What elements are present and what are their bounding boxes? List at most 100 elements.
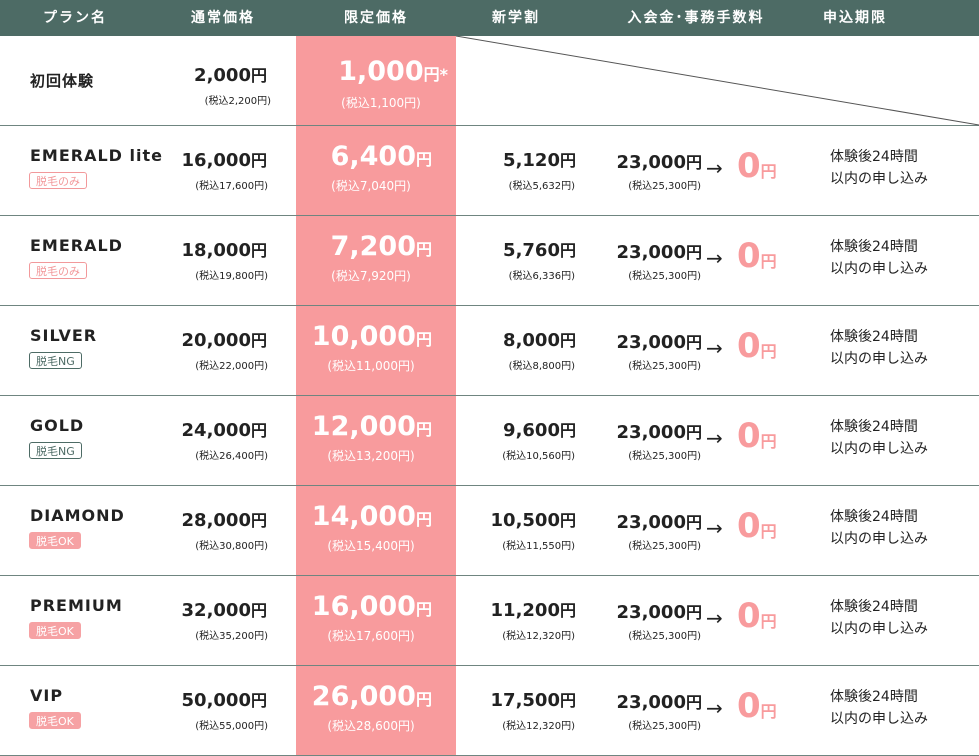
normal-price: 24,000円 [181,420,267,441]
price-table: プラン名 通常価格 限定価格 新学割 入会金･事務手数料 申込期限 初回体験 2… [0,0,979,756]
plan-name: SILVER [30,326,98,345]
limited-price-tax: (税込13,200円) [327,449,415,463]
limited-price-tax: (税込15,400円) [327,539,415,553]
normal-price-tax: (税込35,200円) [195,631,268,642]
plan-name: DIAMOND [30,506,125,525]
table-row: SILVER 脱毛NG 20,000円 (税込22,000円) 10,000円 … [0,306,979,396]
plan-name: GOLD [30,416,85,435]
hair-removal-badge: 脱毛NG [29,442,82,459]
limited-price-tax: (税込28,600円) [327,719,415,733]
student-price-tax: (税込12,320円) [502,721,575,732]
arrow-right-icon: → [706,246,723,270]
deadline-text: 体験後24時間 以内の申し込み [830,149,928,187]
table-row: GOLD 脱毛NG 24,000円 (税込26,400円) 12,000円 (税… [0,396,979,486]
entry-fee-tax: (税込25,300円) [628,541,701,552]
entry-fee-tax: (税込25,300円) [628,271,701,282]
entry-fee-after: 0円 [737,326,777,366]
entry-fee-after: 0円 [737,416,777,456]
arrow-right-icon: → [706,156,723,180]
student-price-tax: (税込6,336円) [508,271,575,282]
entry-fee-after: 0円 [737,686,777,726]
normal-price-tax: (税込30,800円) [195,541,268,552]
hair-removal-badge: 脱毛OK [29,622,81,639]
normal-price-tax: (税込17,600円) [195,181,268,192]
entry-fee-tax: (税込25,300円) [628,181,701,192]
limited-price: 6,400円 [330,141,432,172]
student-price-tax: (税込8,800円) [508,361,575,372]
hair-removal-badge: 脱毛のみ [29,262,87,279]
normal-price-tax: (税込19,800円) [195,271,268,282]
student-price-tax: (税込12,320円) [502,631,575,642]
student-price: 10,500円 [490,510,576,531]
entry-fee-tax: (税込25,300円) [628,451,701,462]
entry-fee: 23,000円 [616,152,702,173]
normal-price-tax: (税込26,400円) [195,451,268,462]
limited-price-tax: (税込17,600円) [327,629,415,643]
header-student-discount: 新学割 [492,10,540,26]
arrow-right-icon: → [706,696,723,720]
arrow-right-icon: → [706,606,723,630]
entry-fee-after: 0円 [737,236,777,276]
entry-fee: 23,000円 [616,602,702,623]
deadline-text: 体験後24時間 以内の申し込み [830,329,928,367]
entry-fee-tax: (税込25,300円) [628,361,701,372]
entry-fee: 23,000円 [616,422,702,443]
student-price-tax: (税込10,560円) [502,451,575,462]
hair-removal-badge: 脱毛のみ [29,172,87,189]
entry-fee-tax: (税込25,300円) [628,721,701,732]
entry-fee: 23,000円 [616,692,702,713]
normal-price: 20,000円 [181,330,267,351]
plan-name: 初回体験 [30,72,95,90]
deadline-text: 体験後24時間 以内の申し込み [830,509,928,547]
limited-price: 26,000円 [311,681,432,712]
diagonal-line [456,36,979,126]
deadline-text: 体験後24時間 以内の申し込み [830,239,928,277]
table-row: DIAMOND 脱毛OK 28,000円 (税込30,800円) 14,000円… [0,486,979,576]
plan-name: VIP [30,686,64,705]
header-normal-price: 通常価格 [191,10,255,26]
limited-price: 10,000円 [311,321,432,352]
deadline-text: 体験後24時間 以内の申し込み [830,419,928,457]
limited-price: 1,000円* [338,56,448,87]
student-price: 8,000円 [503,330,576,351]
limited-price-tax: (税込11,000円) [327,359,415,373]
deadline-text: 体験後24時間 以内の申し込み [830,599,928,637]
normal-price-tax: (税込2,200円) [204,96,271,107]
table-header: プラン名 通常価格 限定価格 新学割 入会金･事務手数料 申込期限 [0,0,979,36]
header-limited-price: 限定価格 [344,10,408,26]
arrow-right-icon: → [706,426,723,450]
table-row: EMERALD 脱毛のみ 18,000円 (税込19,800円) 7,200円 … [0,216,979,306]
limited-price: 12,000円 [311,411,432,442]
student-price: 11,200円 [490,600,576,621]
normal-price-tax: (税込22,000円) [195,361,268,372]
entry-fee-tax: (税込25,300円) [628,631,701,642]
student-price: 5,120円 [503,150,576,171]
student-price: 9,600円 [503,420,576,441]
plan-name: EMERALD [30,236,123,255]
normal-price: 32,000円 [181,600,267,621]
normal-price: 2,000円 [194,65,267,86]
table-row: PREMIUM 脱毛OK 32,000円 (税込35,200円) 16,000円… [0,576,979,666]
limited-price-tax: (税込7,040円) [331,179,411,193]
table-row: VIP 脱毛OK 50,000円 (税込55,000円) 26,000円 (税込… [0,666,979,756]
arrow-right-icon: → [706,516,723,540]
student-price: 5,760円 [503,240,576,261]
limited-price: 16,000円 [311,591,432,622]
limited-price: 14,000円 [311,501,432,532]
normal-price-tax: (税込55,000円) [195,721,268,732]
student-price-tax: (税込11,550円) [502,541,575,552]
hair-removal-badge: 脱毛OK [29,532,81,549]
limited-price-tax: (税込1,100円) [341,96,421,110]
normal-price: 28,000円 [181,510,267,531]
plan-name: PREMIUM [30,596,123,615]
hair-removal-badge: 脱毛OK [29,712,81,729]
arrow-right-icon: → [706,336,723,360]
normal-price: 50,000円 [181,690,267,711]
entry-fee: 23,000円 [616,332,702,353]
header-entry-fee: 入会金･事務手数料 [627,10,765,26]
plan-name: EMERALD lite [30,146,163,165]
entry-fee-after: 0円 [737,146,777,186]
table-row: EMERALD lite 脱毛のみ 16,000円 (税込17,600円) 6,… [0,126,979,216]
normal-price: 18,000円 [181,240,267,261]
deadline-text: 体験後24時間 以内の申し込み [830,689,928,727]
